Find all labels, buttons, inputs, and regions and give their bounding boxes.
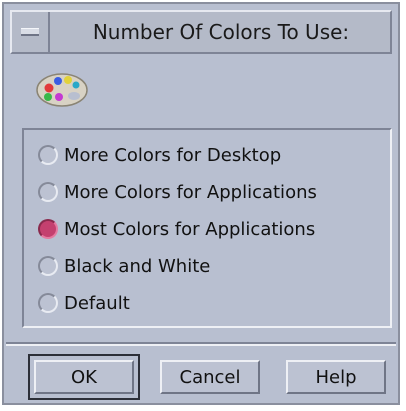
- color-count-dialog: Number Of Colors To Use: More Colors for…: [2, 2, 400, 405]
- radio-button-selected[interactable]: [38, 219, 58, 239]
- option-label: Default: [64, 292, 130, 314]
- option-label: More Colors for Desktop: [64, 144, 282, 166]
- color-options-group: More Colors for Desktop More Colors for …: [22, 128, 392, 328]
- window-menu-button[interactable]: [12, 12, 50, 52]
- radio-button[interactable]: [38, 182, 58, 202]
- ok-button[interactable]: OK: [34, 360, 134, 394]
- radio-button[interactable]: [38, 293, 58, 313]
- window-menu-icon: [21, 28, 39, 36]
- cancel-button[interactable]: Cancel: [160, 360, 260, 394]
- option-black-and-white[interactable]: Black and White: [38, 251, 386, 281]
- option-label: Most Colors for Applications: [64, 218, 316, 240]
- option-label: Black and White: [64, 255, 211, 277]
- button-separator: [6, 342, 396, 346]
- option-label: More Colors for Applications: [64, 181, 317, 203]
- paint-palette-icon: [36, 73, 88, 107]
- title-bar[interactable]: Number Of Colors To Use:: [10, 10, 392, 54]
- option-most-colors-applications[interactable]: Most Colors for Applications: [38, 214, 386, 244]
- radio-button[interactable]: [38, 145, 58, 165]
- help-button[interactable]: Help: [286, 360, 386, 394]
- dialog-title: Number Of Colors To Use:: [92, 20, 350, 44]
- radio-button[interactable]: [38, 256, 58, 276]
- option-more-colors-desktop[interactable]: More Colors for Desktop: [38, 140, 386, 170]
- option-default[interactable]: Default: [38, 288, 386, 318]
- option-more-colors-applications[interactable]: More Colors for Applications: [38, 177, 386, 207]
